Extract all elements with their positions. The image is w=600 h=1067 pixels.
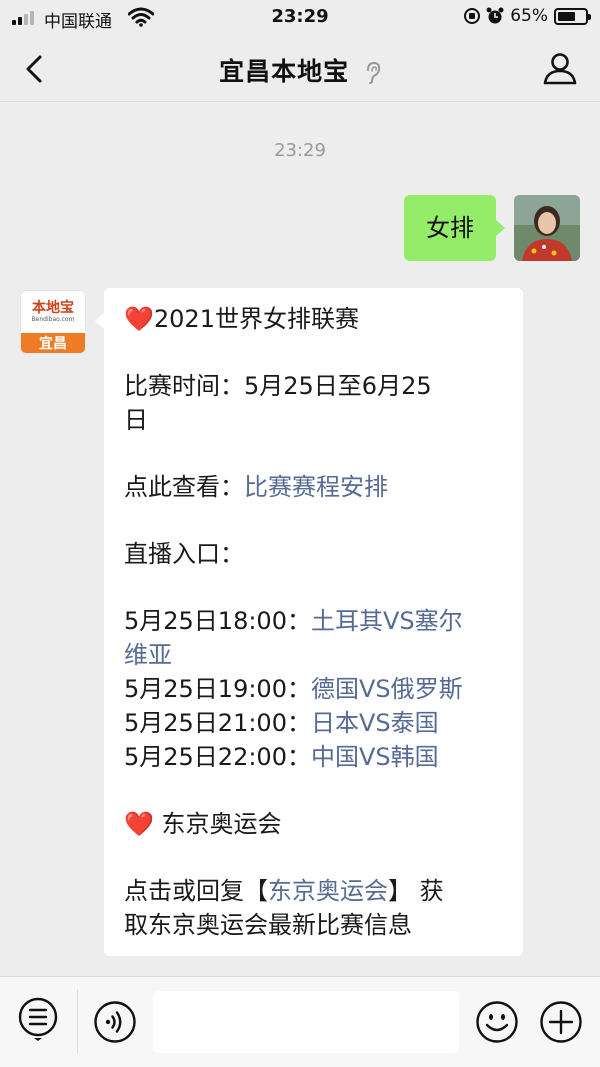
schedule-link[interactable]: 比赛赛程安排 <box>244 473 388 501</box>
chat-title: 宜昌本地宝 <box>0 52 600 88</box>
divider <box>77 989 78 1053</box>
match-row: 5月25日19:00：德国VS俄罗斯 <box>124 672 505 706</box>
olympics-title-line: ❤️ 东京奥运会 <box>124 807 505 841</box>
avatar-brand: 本地宝 <box>32 300 74 316</box>
heart-icon: ❤️ <box>124 810 154 838</box>
match-period-line-2: 日 <box>124 406 148 434</box>
match-row: 5月25日18:00：土耳其VS塞尔维亚 <box>124 604 505 672</box>
match-link[interactable]: 中国VS韩国 <box>311 743 439 771</box>
reply-hint-prefix: 点击或回复【 <box>124 877 268 905</box>
reply-title: 2021世界女排联赛 <box>153 305 359 333</box>
reply-hint-line-2: 取东京奥运会最新比赛信息 <box>124 911 412 939</box>
battery-icon <box>554 7 591 25</box>
match-row: 5月25日21:00：日本VS泰国 <box>124 706 505 740</box>
message-input[interactable] <box>153 991 459 1053</box>
status-bar: 中国联通 23:29 65% <box>0 0 600 36</box>
olympics-link[interactable]: 东京奥运会 <box>268 877 388 905</box>
chat-header: 宜昌本地宝 <box>0 36 600 102</box>
orientation-lock-icon <box>464 8 481 24</box>
reply-hint-suffix: 】 获 <box>388 877 444 905</box>
voice-icon[interactable] <box>94 1001 136 1043</box>
avatar-city: 宜昌 <box>21 333 85 353</box>
user-message-bubble[interactable]: 女排 <box>404 195 505 261</box>
message-timestamp: 23:29 <box>274 140 326 161</box>
match-link-line-1: 土耳其VS塞尔 <box>310 607 463 635</box>
match-period-line-1: 比赛时间：5月25日至6月25 <box>124 372 432 400</box>
avatar-site: Bendibao.com <box>31 316 75 323</box>
match-time: 5月25日18:00： <box>124 607 311 635</box>
schedule-line: 点此查看：比赛赛程安排 <box>124 470 505 504</box>
match-link[interactable]: 日本VS泰国 <box>311 709 439 737</box>
menu-icon[interactable] <box>18 997 58 1043</box>
user-avatar-image <box>514 195 580 261</box>
emoji-icon[interactable] <box>476 1001 518 1043</box>
match-time: 5月25日19:00： <box>124 675 311 703</box>
heart-icon: ❤️ <box>124 305 154 333</box>
battery-percent: 65% <box>510 6 548 26</box>
match-time: 5月25日22:00： <box>124 743 311 771</box>
chat-title-text: 宜昌本地宝 <box>219 57 350 86</box>
alarm-icon <box>486 7 504 24</box>
match-period: 比赛时间：5月25日至6月25 日 <box>124 369 505 437</box>
match-link-line-2: 维亚 <box>124 641 172 669</box>
ear-icon <box>366 61 380 84</box>
olympics-title: 东京奥运会 <box>153 810 282 838</box>
match-link[interactable]: 德国VS俄罗斯 <box>311 675 463 703</box>
match-time: 5月25日21:00： <box>124 709 311 737</box>
reply-title-line: ❤️2021世界女排联赛 <box>124 302 505 336</box>
profile-icon[interactable] <box>542 50 578 86</box>
chat-input-bar <box>0 976 600 1067</box>
live-entry-label: 直播入口： <box>124 540 244 568</box>
schedule-prefix: 点此查看： <box>124 473 244 501</box>
reply-message-bubble: ❤️2021世界女排联赛 比赛时间：5月25日至6月25 日 点此查看：比赛赛程安… <box>95 288 523 956</box>
olympics-reply-hint: 点击或回复【东京奥运会】 获取东京奥运会最新比赛信息 <box>124 874 505 942</box>
match-row: 5月25日22:00：中国VS韩国 <box>124 740 505 774</box>
official-account-avatar[interactable]: 本地宝 Bendibao.com 宜昌 <box>20 290 86 354</box>
plus-icon[interactable] <box>540 1001 582 1043</box>
user-avatar[interactable] <box>514 195 580 261</box>
